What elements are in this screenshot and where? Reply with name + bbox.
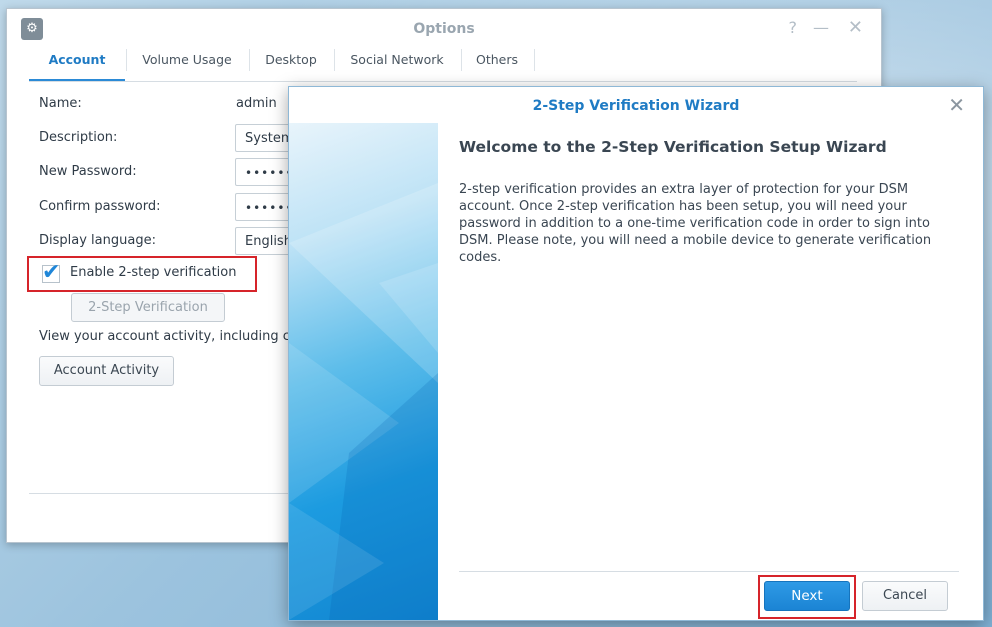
next-button[interactable]: Next — [764, 581, 850, 611]
cancel-button[interactable]: Cancel — [862, 581, 948, 611]
name-value: admin — [236, 96, 277, 111]
minimize-icon[interactable]: — — [813, 19, 829, 37]
account-activity-button[interactable]: Account Activity — [39, 356, 174, 386]
name-label: Name: — [39, 96, 82, 111]
confirm-password-label: Confirm password: — [39, 199, 161, 214]
close-icon[interactable]: ✕ — [848, 19, 863, 37]
help-icon[interactable]: ? — [789, 19, 798, 37]
display-language-label: Display language: — [39, 233, 156, 248]
tab-others[interactable]: Others — [461, 49, 533, 81]
wizard-description: 2-step verification provides an extra la… — [459, 182, 932, 265]
wizard-heading: Welcome to the 2-Step Verification Setup… — [459, 138, 887, 156]
tab-desktop[interactable]: Desktop — [249, 49, 333, 81]
two-step-verification-button[interactable]: 2-Step Verification — [71, 293, 225, 322]
description-label: Description: — [39, 130, 118, 145]
enable-2step-label[interactable]: Enable 2-step verification — [70, 265, 236, 280]
tab-social-network[interactable]: Social Network — [334, 49, 460, 81]
tab-separator — [533, 49, 535, 71]
wizard-title: 2-Step Verification Wizard — [532, 98, 740, 114]
wizard-side-banner — [289, 123, 438, 620]
options-title: Options — [413, 21, 475, 37]
two-step-wizard-dialog: 2-Step Verification Wizard ✕ Welcome to … — [288, 86, 984, 621]
options-titlebar[interactable]: ⚙ Options ? — ✕ — [7, 9, 881, 49]
tab-bar: Account Volume Usage Desktop Social Netw… — [29, 49, 857, 82]
new-password-label: New Password: — [39, 164, 137, 179]
activity-description: View your account activity, including c — [39, 329, 290, 344]
wizard-titlebar[interactable]: 2-Step Verification Wizard ✕ — [289, 87, 983, 123]
tab-volume-usage[interactable]: Volume Usage — [126, 49, 248, 81]
banner-pattern — [289, 183, 438, 620]
enable-2step-checkbox[interactable]: ✔ — [42, 260, 60, 285]
tab-account[interactable]: Account — [29, 49, 125, 81]
close-icon[interactable]: ✕ — [948, 94, 965, 116]
checkmark-icon: ✔ — [42, 260, 61, 285]
wizard-footer-divider — [459, 571, 959, 572]
